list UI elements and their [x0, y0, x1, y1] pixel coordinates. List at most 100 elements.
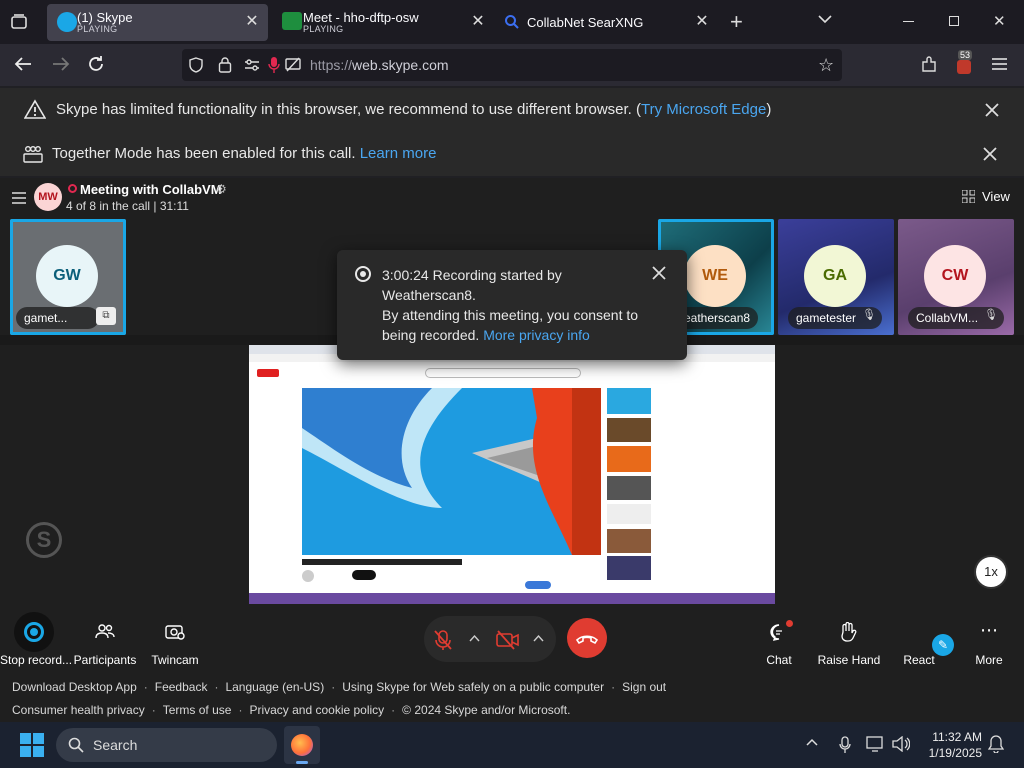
recording-notice-popup: 3:00:24 Recording started by Weatherscan…: [337, 250, 687, 360]
firefox-taskbar-button[interactable]: [284, 726, 320, 764]
muted-mic-icon: 🎙: [862, 309, 876, 321]
firefox-icon: [291, 734, 313, 756]
playback-speed-badge[interactable]: 1x: [974, 555, 1008, 589]
recording-indicator-icon: [68, 184, 77, 193]
tab-skype[interactable]: (1) Skype PLAYING ✕: [47, 4, 268, 41]
health-privacy-link[interactable]: Consumer health privacy: [12, 703, 145, 717]
notifications-bell-icon[interactable]: [988, 735, 1004, 753]
microphone-active-icon[interactable]: [268, 56, 280, 74]
privacy-info-link[interactable]: More privacy info: [483, 327, 590, 343]
show-hidden-icons-chevron-icon[interactable]: [806, 738, 818, 746]
footer-row-1: Download Desktop App · Feedback · Language (…: [12, 680, 667, 694]
close-tab-icon[interactable]: ✕: [470, 14, 486, 30]
raise-hand-icon: [839, 622, 857, 642]
together-mode-text: Together Mode has been enabled for this …: [52, 145, 356, 162]
download-app-link[interactable]: Download Desktop App: [12, 680, 137, 694]
permissions-icon[interactable]: [244, 57, 260, 73]
public-computer-link[interactable]: Using Skype for Web safely on a public c…: [342, 680, 604, 694]
restore-icon[interactable]: [949, 16, 959, 26]
footer-row-2: Consumer health privacy · Terms of use · Pri…: [12, 703, 571, 717]
video-player[interactable]: [302, 388, 601, 555]
chat-button[interactable]: Chat: [758, 604, 800, 676]
addon-icon[interactable]: 53: [955, 50, 973, 74]
reload-icon[interactable]: [87, 55, 105, 73]
url-scheme: https://: [310, 57, 353, 73]
new-tab-icon[interactable]: +: [730, 11, 743, 33]
meeting-title[interactable]: Meeting with CollabVM: [80, 182, 222, 197]
forward-icon[interactable]: [52, 56, 70, 72]
taskbar-search[interactable]: Search: [56, 728, 277, 762]
muted-mic-icon: 🎙: [984, 309, 998, 321]
extension-badge: 53: [958, 50, 973, 60]
feedback-link[interactable]: Feedback: [155, 680, 208, 694]
copyright: © 2024 Skype and/or Microsoft.: [402, 703, 571, 717]
twincam-icon: [165, 623, 185, 640]
close-banner-icon[interactable]: [984, 102, 1000, 118]
tab-title: Meet - hho-dftp-osw: [303, 10, 419, 25]
close-window-icon[interactable]: ✕: [993, 12, 1006, 30]
raise-hand-button[interactable]: Raise Hand: [816, 604, 882, 676]
view-button[interactable]: View: [982, 189, 1010, 204]
shared-screen[interactable]: [249, 345, 775, 604]
popup-line4: being recorded.: [382, 327, 480, 343]
privacy-link[interactable]: Privacy and cookie policy: [249, 703, 384, 717]
more-button[interactable]: ⋯ More: [968, 604, 1010, 676]
warning-suffix: ): [766, 101, 772, 118]
close-popup-icon[interactable]: [652, 266, 666, 280]
sign-out-link[interactable]: Sign out: [622, 680, 666, 694]
hang-up-button[interactable]: [567, 618, 607, 658]
settings-gear-icon[interactable]: ⚙: [216, 182, 227, 196]
microphone-tray-icon[interactable]: [839, 736, 851, 754]
minimize-icon[interactable]: [903, 21, 914, 22]
close-tab-icon[interactable]: ✕: [244, 14, 260, 30]
lock-icon[interactable]: [218, 56, 232, 73]
learn-more-link[interactable]: Learn more: [360, 145, 437, 162]
browser-warning-banner: Skype has limited functionality in this …: [0, 88, 1024, 132]
hang-up-icon: [575, 635, 599, 645]
language-link[interactable]: Language (en-US): [225, 680, 324, 694]
shield-icon[interactable]: [188, 57, 204, 73]
together-mode-icon: [22, 144, 44, 164]
microphone-muted-icon[interactable]: [432, 629, 454, 651]
grid-view-icon[interactable]: [962, 190, 975, 203]
browser-tab-bar: (1) Skype PLAYING ✕ Meet - hho-dftp-osw …: [0, 0, 1024, 44]
participants-button[interactable]: Participants: [72, 604, 138, 676]
screen-share-indicator-icon: ⧉: [96, 307, 116, 325]
twincam-button[interactable]: Twincam: [146, 604, 204, 676]
hamburger-icon[interactable]: [12, 192, 26, 204]
windows-start-icon[interactable]: [20, 733, 44, 757]
terms-link[interactable]: Terms of use: [163, 703, 232, 717]
menu-icon[interactable]: [992, 57, 1007, 71]
stop-recording-button[interactable]: Stop record...: [0, 604, 72, 676]
chevron-down-icon[interactable]: [818, 14, 832, 24]
extensions-icon[interactable]: [920, 56, 938, 74]
raise-hand-label: Raise Hand: [817, 653, 881, 667]
participant-tile[interactable]: CW CollabVM... 🎙: [898, 219, 1014, 335]
url-bar[interactable]: https://web.skype.com ☆: [182, 49, 842, 81]
chat-label: Chat: [766, 653, 792, 667]
react-button[interactable]: ✎ React: [900, 604, 954, 676]
camera-options-chevron-icon[interactable]: [533, 634, 544, 642]
participant-tile[interactable]: GW gamet... ⧉: [10, 219, 126, 335]
volume-icon[interactable]: [892, 736, 910, 752]
back-icon[interactable]: [14, 56, 32, 72]
participant-tile[interactable]: GA gametester 🎙: [778, 219, 894, 335]
try-edge-link[interactable]: Try Microsoft Edge: [641, 101, 766, 118]
mic-options-chevron-icon[interactable]: [469, 634, 480, 642]
clock[interactable]: 11:32 AM 1/19/2025: [922, 729, 982, 761]
camera-off-icon[interactable]: [496, 630, 520, 650]
popup-line3: By attending this meeting, you consent t…: [382, 307, 639, 323]
close-tab-icon[interactable]: ✕: [694, 14, 710, 30]
network-icon[interactable]: [866, 736, 886, 752]
bookmark-star-icon[interactable]: ☆: [818, 56, 834, 74]
url-text[interactable]: https://web.skype.com: [310, 57, 449, 73]
close-banner-icon[interactable]: [982, 146, 998, 162]
tab-searxng[interactable]: CollabNet SearXNG ✕: [500, 4, 718, 41]
skype-favicon-icon: [57, 12, 77, 32]
tab-meet[interactable]: Meet - hho-dftp-osw PLAYING ✕: [276, 4, 494, 41]
tab-list-icon[interactable]: [10, 13, 28, 31]
chat-notification-dot: [786, 620, 793, 627]
participant-avatar: WE: [684, 245, 746, 307]
participants-label: Participants: [73, 653, 137, 667]
screen-share-icon[interactable]: [285, 57, 301, 73]
